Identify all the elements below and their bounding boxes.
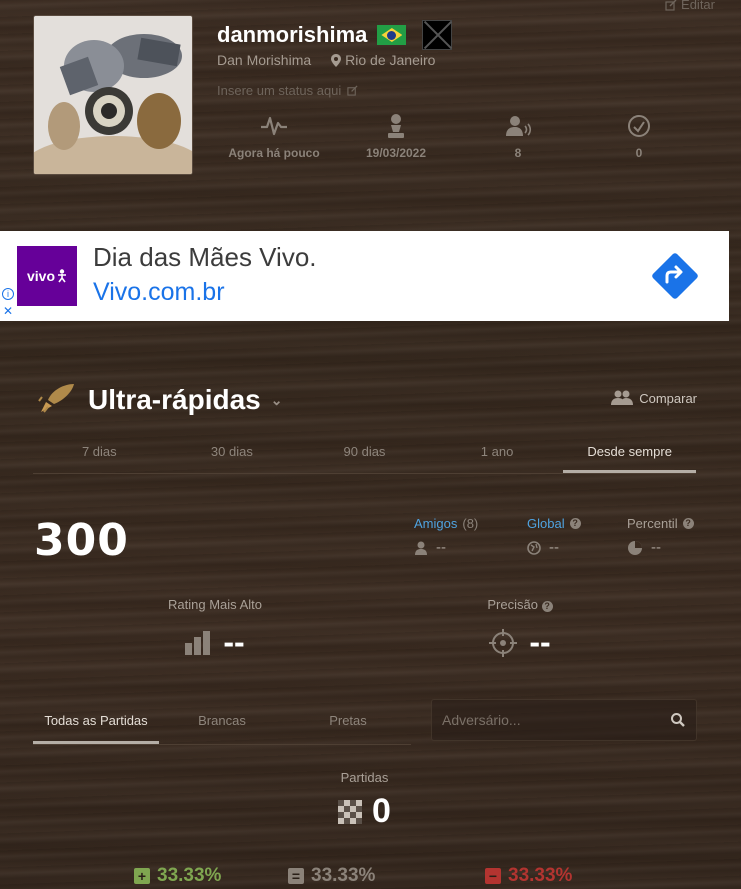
tab-30-days[interactable]: 30 dias <box>166 432 299 473</box>
edit-icon <box>665 0 677 11</box>
accuracy: Precisão ? -- <box>470 597 570 661</box>
username: danmorishima <box>217 20 453 50</box>
accuracy-value: -- <box>529 624 551 660</box>
joined-value: 19/03/2022 <box>365 146 427 160</box>
friends-count: (8) <box>462 516 479 531</box>
person-icon <box>58 269 66 283</box>
last-online-value: Agora há pouco <box>228 146 320 160</box>
ad-url[interactable]: Vivo.com.br <box>93 278 225 307</box>
edit-profile-link[interactable]: Editar <box>665 0 715 12</box>
tab-1-year[interactable]: 1 ano <box>431 432 564 473</box>
win-percentage: + 33.33% <box>134 865 221 887</box>
points-icon <box>628 115 650 137</box>
games-label: Partidas <box>340 770 389 785</box>
current-rating: 300 <box>34 515 129 566</box>
tab-all-time[interactable]: Desde sempre <box>563 432 696 473</box>
help-icon[interactable]: ? <box>682 518 694 529</box>
win-percentage-value: 33.33% <box>157 865 222 886</box>
edit-label: Editar <box>681 0 715 12</box>
ad-info-icon[interactable]: i <box>2 288 14 300</box>
edit-icon <box>347 85 358 96</box>
loss-percentage: − 33.33% <box>485 865 572 887</box>
compare-label: Comparar <box>639 390 697 406</box>
accuracy-label-row: Precisão ? <box>470 597 570 612</box>
activity-icon <box>261 116 287 136</box>
last-online-stat: Agora há pouco <box>214 112 334 160</box>
percentile-value: -- <box>651 539 661 556</box>
opponent-search[interactable] <box>431 699 697 741</box>
tab-7-days[interactable]: 7 dias <box>33 432 166 473</box>
tab-all-games[interactable]: Todas as Partidas <box>33 703 159 744</box>
location-text: Rio de Janeiro <box>345 52 436 68</box>
vivo-logo: vivo <box>17 246 77 306</box>
tab-white[interactable]: Brancas <box>159 703 285 744</box>
percentile-label: Percentil <box>627 516 678 531</box>
points-value: 0 <box>635 146 643 160</box>
vivo-logo-text: vivo <box>26 268 55 284</box>
help-icon[interactable]: ? <box>569 518 581 529</box>
chessboard-icon <box>338 799 363 824</box>
globe-icon <box>527 540 541 555</box>
global-rank-value: -- <box>549 539 559 556</box>
followers-value: 8 <box>514 146 522 160</box>
profile-details: Dan Morishima Rio de Janeiro <box>217 52 435 68</box>
ad-directions-icon[interactable] <box>651 252 699 300</box>
map-pin-icon <box>331 53 342 67</box>
bar-chart-icon <box>185 630 211 655</box>
global-label[interactable]: Global <box>527 516 565 531</box>
followers-icon <box>506 116 532 136</box>
percentile-rank: Percentil? -- <box>627 516 694 556</box>
highest-rating-label: Rating Mais Alto <box>168 597 262 612</box>
help-icon[interactable]: ? <box>541 601 553 612</box>
tab-90-days[interactable]: 90 dias <box>298 432 431 473</box>
pawn-icon <box>388 114 404 138</box>
advertisement-banner[interactable]: vivo Dia das Mães Vivo. Vivo.com.br i ✕ <box>0 231 729 321</box>
bullet-rocket-icon <box>38 384 74 413</box>
equals-icon: = <box>288 868 304 884</box>
draw-percentage: = 33.33% <box>288 865 375 887</box>
joined-stat: 19/03/2022 <box>336 112 456 160</box>
chevron-down-icon: ⌄ <box>270 391 283 408</box>
points-stat: 0 <box>579 112 699 160</box>
games-count-value: 0 <box>372 792 391 830</box>
plus-icon: + <box>134 868 150 884</box>
friends-rank[interactable]: Amigos (8) -- <box>414 516 478 556</box>
crosshair-icon <box>489 628 518 657</box>
games-filter-tabs: Todas as Partidas Brancas Pretas <box>33 703 411 745</box>
period-tabs: 7 dias 30 dias 90 dias 1 ano Desde sempr… <box>33 432 696 474</box>
user-icon <box>415 541 427 555</box>
search-icon[interactable] <box>670 712 686 728</box>
avatar[interactable] <box>33 15 193 175</box>
compare-button[interactable]: Comparar <box>611 390 697 406</box>
followers-stat[interactable]: 8 <box>458 112 578 160</box>
opponent-search-input[interactable] <box>432 700 696 740</box>
highest-rating: Rating Mais Alto -- <box>145 597 285 661</box>
global-rank[interactable]: Global? -- <box>527 516 581 556</box>
accuracy-label: Precisão <box>487 597 538 612</box>
location: Rio de Janeiro <box>331 52 435 68</box>
badge-icon <box>422 20 453 50</box>
minus-icon: − <box>485 868 501 884</box>
highest-rating-value: -- <box>223 624 245 660</box>
ad-title[interactable]: Dia das Mães Vivo. <box>93 242 317 273</box>
draw-percentage-value: 33.33% <box>311 865 376 886</box>
pie-icon <box>628 540 642 555</box>
friends-rank-value: -- <box>436 539 446 556</box>
real-name: Dan Morishima <box>217 52 312 68</box>
game-mode-title: Ultra-rápidas <box>88 384 261 415</box>
username-text: danmorishima <box>217 22 368 47</box>
game-mode-selector[interactable]: Ultra-rápidas ⌄ <box>88 384 282 416</box>
ad-close-icon[interactable]: ✕ <box>3 304 13 318</box>
friends-label[interactable]: Amigos <box>414 516 457 531</box>
loss-percentage-value: 33.33% <box>508 865 573 886</box>
status-placeholder: Insere um status aqui <box>217 83 342 98</box>
games-count: 0 <box>0 792 729 831</box>
users-icon <box>611 390 634 405</box>
avatar-image <box>34 16 192 174</box>
status-input[interactable]: Insere um status aqui <box>217 83 358 98</box>
brazil-flag-icon <box>377 25 407 45</box>
tab-black[interactable]: Pretas <box>285 703 411 744</box>
